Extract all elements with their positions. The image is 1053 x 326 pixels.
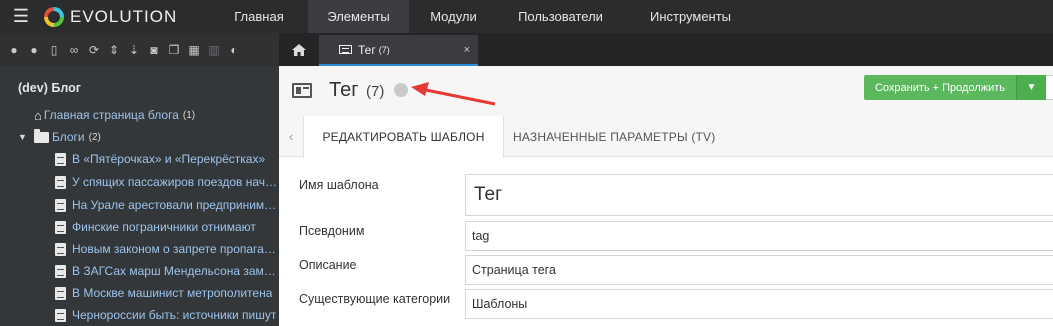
nav-modules[interactable]: Модули bbox=[409, 0, 498, 33]
arrow-up-circle-icon[interactable]: ● bbox=[25, 41, 43, 59]
page-title-count: (7) bbox=[366, 83, 385, 100]
menu-icon[interactable]: ☰ bbox=[0, 0, 42, 33]
template-icon bbox=[339, 45, 352, 54]
tree-item-label: На Урале арестовали предпринимателя bbox=[72, 198, 278, 212]
tree-item-doc[interactable]: В Москве машинист метрополитена bbox=[55, 284, 272, 302]
logo[interactable]: EVOLUTION bbox=[42, 0, 210, 33]
home-icon bbox=[292, 43, 306, 56]
category-label: Существующие категории bbox=[299, 292, 451, 306]
help-icon[interactable] bbox=[394, 83, 408, 97]
document-icon bbox=[55, 242, 66, 256]
tab-count: (7) bbox=[378, 44, 390, 55]
close-icon[interactable]: × bbox=[464, 44, 470, 56]
tree-item-label: Блоги bbox=[52, 130, 85, 144]
tree-item-blogs[interactable]: ▼ Блоги (2) bbox=[18, 128, 101, 146]
contrast-icon[interactable]: ◐ bbox=[225, 41, 243, 59]
camera-icon[interactable]: ◙ bbox=[145, 41, 163, 59]
document-icon bbox=[55, 198, 66, 212]
description-label: Описание bbox=[299, 258, 357, 272]
logo-ring-icon bbox=[44, 6, 64, 27]
document-tree: (dev) Блог ⌂ Главная страница блога (1) … bbox=[0, 66, 279, 326]
tree-item-label: Финские пограничники отнимают bbox=[72, 220, 256, 234]
grid-icon[interactable]: ▦ bbox=[185, 41, 203, 59]
tab-assigned-tv[interactable]: НАЗНАЧЕННЫЕ ПАРАМЕТРЫ (TV) bbox=[513, 116, 733, 157]
tree-item-blog-home[interactable]: ⌂ Главная страница блога (1) bbox=[34, 106, 195, 124]
tree-item-label: Черноросcии быть: источники пишут bbox=[72, 308, 277, 322]
description-field[interactable]: Страница тега bbox=[465, 255, 1053, 285]
category-select[interactable]: Шаблоны bbox=[465, 289, 1053, 319]
document-icon bbox=[55, 220, 66, 234]
tree-item-label: В «Пятёрочках» и «Перекрёстках» bbox=[72, 152, 266, 166]
home-icon: ⌂ bbox=[34, 107, 42, 123]
tab-template-teg[interactable]: Тег (7) × bbox=[319, 35, 478, 66]
nav-elements[interactable]: Элементы bbox=[308, 0, 409, 33]
document-icon bbox=[55, 152, 66, 166]
copy-icon[interactable]: ❐ bbox=[165, 41, 183, 59]
alias-field[interactable]: tag bbox=[465, 221, 1053, 251]
template-icon bbox=[292, 83, 312, 98]
tree-item-doc[interactable]: Новым законом о запрете пропаганды bbox=[55, 240, 278, 258]
chevron-down-icon[interactable]: ▼ bbox=[1016, 75, 1046, 100]
arrow-down-circle-icon[interactable]: ● bbox=[5, 41, 23, 59]
tree-item-doc[interactable]: На Урале арестовали предпринимателя bbox=[55, 196, 278, 214]
tree-item-doc[interactable]: Финские пограничники отнимают bbox=[55, 218, 256, 236]
document-icon bbox=[55, 286, 66, 300]
tree-toolbar: ● ● ▯ ∞ ⟳ ⇕ ⇣ ◙ ❐ ▦ ▥ ◐ bbox=[0, 33, 279, 66]
tab-label: Тег bbox=[358, 42, 376, 57]
link-icon[interactable]: ∞ bbox=[65, 41, 83, 59]
tree-item-count: (2) bbox=[88, 131, 101, 143]
save-continue-button[interactable]: Сохранить + Продолжить bbox=[864, 75, 1016, 100]
document-icon bbox=[55, 308, 66, 322]
tree-item-count: (1) bbox=[182, 109, 196, 121]
tree-item-label: В ЗАГСах марш Мендельсона заменят bbox=[72, 264, 278, 278]
top-navbar: ☰ EVOLUTION Главная Элементы Модули Поль… bbox=[0, 0, 1053, 33]
logo-text: EVOLUTION bbox=[70, 6, 178, 26]
chevron-down-icon[interactable]: ▼ bbox=[18, 132, 30, 142]
tree-item-doc[interactable]: В «Пятёрочках» и «Перекрёстках» bbox=[55, 150, 265, 168]
nav-home[interactable]: Главная bbox=[210, 0, 308, 33]
template-name-label: Имя шаблона bbox=[299, 178, 379, 192]
tree-item-label: У спящих пассажиров поездов начали bbox=[72, 175, 278, 189]
nav-users[interactable]: Пользователи bbox=[498, 0, 623, 33]
nav-tools[interactable]: Инструменты bbox=[623, 0, 758, 33]
tree-item-doc[interactable]: Черноросcии быть: источники пишут bbox=[55, 306, 276, 324]
sort-numeric-icon[interactable]: ⇣ bbox=[125, 41, 143, 59]
tree-item-doc[interactable]: В ЗАГСах марш Мендельсона заменят bbox=[55, 262, 278, 280]
file-icon[interactable]: ▯ bbox=[45, 41, 63, 59]
tree-root-label: (dev) Блог bbox=[18, 81, 81, 95]
folder-open-icon bbox=[34, 128, 49, 143]
sort-icon[interactable]: ⇕ bbox=[105, 41, 123, 59]
tree-item-label: Новым законом о запрете пропаганды bbox=[72, 242, 278, 256]
page-header: Тег (7) Сохранить + Продолжить ▼ bbox=[279, 66, 1053, 116]
trash-icon[interactable]: ▥ bbox=[205, 41, 223, 59]
save-button-group: Сохранить + Продолжить ▼ bbox=[864, 75, 1053, 100]
save-mode-select[interactable] bbox=[1046, 75, 1053, 100]
annotation-arrow-icon bbox=[411, 82, 496, 106]
tree-item-label: Главная страница блога bbox=[43, 108, 179, 122]
main-panel: Тег (7) Сохранить + Продолжить ▼ ‹ РЕДАК… bbox=[279, 66, 1053, 326]
tab-edit-template[interactable]: РЕДАКТИРОВАТЬ ШАБЛОН bbox=[303, 116, 504, 158]
template-name-field[interactable]: Тег bbox=[465, 174, 1053, 216]
open-tabs-strip: Тег (7) × bbox=[279, 33, 1053, 66]
document-icon bbox=[55, 264, 66, 278]
alias-label: Псевдоним bbox=[299, 224, 365, 238]
page-title: Тег bbox=[329, 79, 359, 101]
chevron-left-icon[interactable]: ‹ bbox=[279, 116, 303, 157]
tree-item-doc[interactable]: У спящих пассажиров поездов начали bbox=[55, 173, 278, 191]
refresh-icon[interactable]: ⟳ bbox=[85, 41, 103, 59]
editor-tabs: ‹ РЕДАКТИРОВАТЬ ШАБЛОН НАЗНАЧЕННЫЕ ПАРАМ… bbox=[279, 116, 1053, 158]
tree-item-label: В Москве машинист метрополитена bbox=[72, 286, 273, 300]
home-tab[interactable] bbox=[279, 33, 319, 66]
document-icon bbox=[55, 175, 66, 189]
